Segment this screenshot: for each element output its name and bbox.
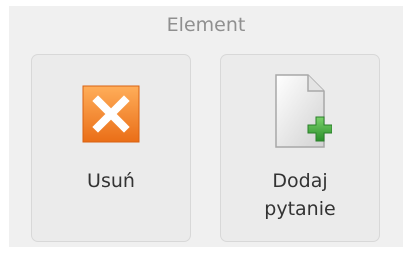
delete-x-icon — [82, 85, 140, 143]
delete-label: Usuń — [87, 170, 135, 192]
group-title: Element — [166, 14, 246, 36]
add-question-label: Dodaj pytanie — [221, 167, 379, 223]
add-question-button[interactable]: Dodaj pytanie — [220, 54, 380, 242]
element-group: Element Usuń Dodaj pytanie — [9, 6, 403, 247]
add-document-icon — [275, 74, 332, 148]
delete-button[interactable]: Usuń — [31, 54, 191, 242]
add-question-label-line2: pytanie — [264, 198, 336, 220]
add-question-label-line1: Dodaj — [272, 170, 328, 192]
